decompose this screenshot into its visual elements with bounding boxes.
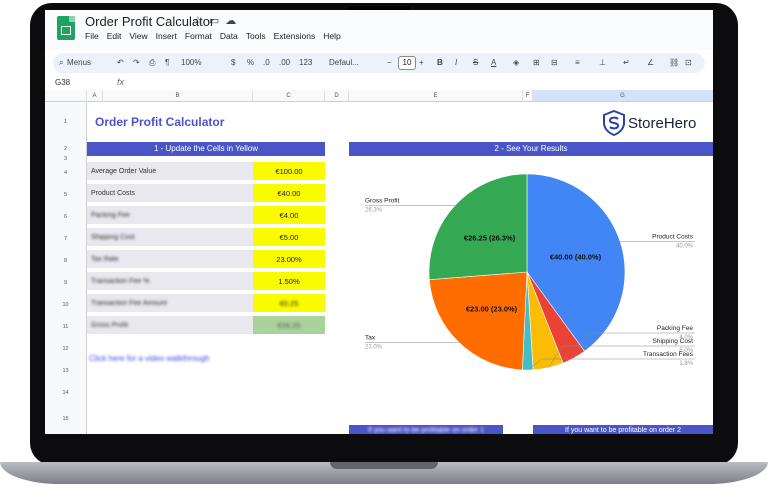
- pie-percent-label: 26.3%: [365, 207, 383, 213]
- pie-percent-label: 40.0%: [676, 244, 694, 250]
- pie-percent-label: 1.8%: [679, 361, 693, 367]
- pie-legend-label: Gross Profit: [365, 197, 400, 204]
- pie-legend-label: Shipping Cost: [653, 338, 694, 345]
- pie-inner-label: €40.00 (40.0%): [550, 252, 602, 261]
- pie-legend-label: Product Costs: [652, 234, 694, 241]
- results-pie-chart: €40.00 (40.0%) €23.00 (23.0%) €26.25 (26.3…: [365, 173, 695, 371]
- screen: Order Profit Calculator ☆▭☁ File Edit Vi…: [45, 10, 713, 434]
- scenario-1-button[interactable]: If you want to be profitable on order 1: [349, 425, 503, 434]
- laptop-opening-notch: [330, 462, 438, 469]
- pie-legend-label: Tax: [365, 334, 376, 341]
- pie-legend-label: Transaction Fees: [643, 351, 694, 358]
- pie-slice-gross-profit: [428, 173, 528, 281]
- pie-slice-tax: [428, 271, 528, 371]
- scenario-2-button[interactable]: If you want to be profitable on order 2: [533, 425, 713, 434]
- pie-legend-label: Packing Fee: [657, 325, 694, 332]
- pie-percent-label: 23.0%: [365, 344, 383, 350]
- pie-inner-label: €23.00 (23.0%): [466, 305, 518, 314]
- pie-inner-label: €26.25 (26.3%): [464, 233, 516, 242]
